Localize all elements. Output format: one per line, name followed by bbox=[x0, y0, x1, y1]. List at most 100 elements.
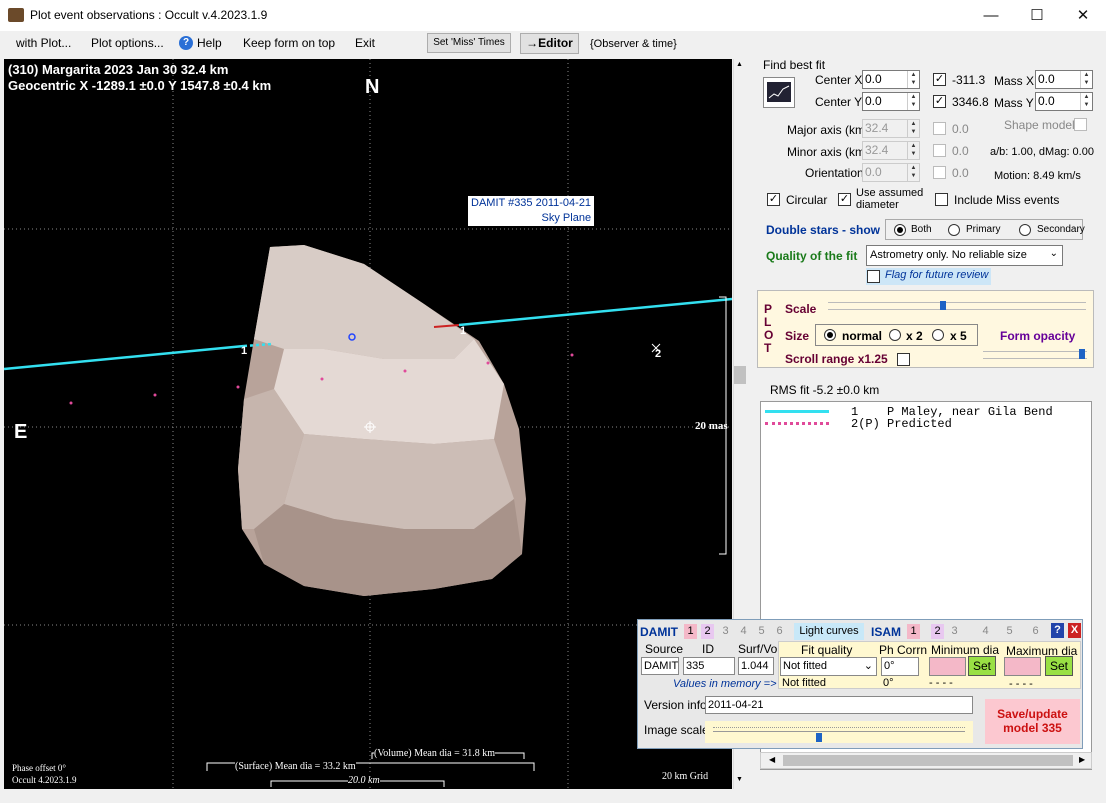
major-axis-input[interactable]: 32.4 ▲ ▼ bbox=[862, 119, 920, 138]
include-miss-checkbox[interactable] bbox=[935, 193, 948, 206]
scroll-up-icon[interactable]: ▲ bbox=[736, 61, 743, 68]
observer-line-swatch bbox=[765, 410, 829, 413]
menu-with-plot[interactable]: with Plot... bbox=[16, 36, 71, 50]
both-radio[interactable] bbox=[894, 224, 906, 236]
use-assumed-checkbox[interactable]: ✓ bbox=[838, 193, 851, 206]
size-x2-radio[interactable] bbox=[889, 329, 901, 341]
chord-label-2: 2 bbox=[655, 348, 662, 360]
plot-options-box: PLOT Scale Size normal x 2 x 5 Form opac… bbox=[757, 290, 1094, 368]
scroll-right-icon[interactable]: ▶ bbox=[1079, 755, 1085, 764]
orientation-input[interactable]: 0.0 ▲ ▼ bbox=[862, 163, 920, 182]
minimize-button[interactable]: — bbox=[968, 0, 1014, 31]
use-assumed-label: Use assumed diameter bbox=[856, 187, 924, 211]
ph-corr-field[interactable]: 0° bbox=[881, 657, 919, 676]
isam-model-4[interactable]: 4 bbox=[979, 624, 992, 639]
quality-select[interactable]: Astrometry only. No reliable size ⌄ bbox=[866, 245, 1063, 266]
surf-vol-field[interactable]: 1.044 bbox=[738, 657, 774, 675]
shape-model-checkbox[interactable] bbox=[1074, 118, 1087, 131]
menu-help[interactable]: Help bbox=[197, 36, 222, 50]
mass-x-input[interactable]: 0.0 ▲ ▼ bbox=[1035, 70, 1093, 89]
size-normal-radio[interactable] bbox=[824, 329, 836, 341]
plot-canvas[interactable]: (310) Margarita 2023 Jan 30 32.4 km Geoc… bbox=[4, 59, 732, 789]
secondary-label: Secondary bbox=[1037, 224, 1085, 235]
damit-model-1[interactable]: 1 bbox=[684, 624, 697, 639]
scale-slider-thumb[interactable] bbox=[940, 301, 946, 310]
center-y-input[interactable]: 0.0 ▲ ▼ bbox=[862, 92, 920, 111]
flag-review-checkbox[interactable] bbox=[867, 270, 880, 283]
scroll-thumb[interactable] bbox=[734, 366, 746, 384]
primary-radio[interactable] bbox=[948, 224, 960, 236]
damit-model-4[interactable]: 4 bbox=[737, 624, 750, 639]
menu-plot-options[interactable]: Plot options... bbox=[91, 36, 164, 50]
isam-model-3[interactable]: 3 bbox=[948, 624, 961, 639]
hscroll-thumb[interactable] bbox=[783, 755, 1073, 766]
double-stars-group: Both Primary Secondary bbox=[885, 219, 1085, 240]
observer-time-label[interactable]: {Observer & time} bbox=[590, 38, 677, 50]
spinner-arrows-icon: ▲ ▼ bbox=[1080, 93, 1092, 110]
editor-button[interactable]: →Editor bbox=[520, 33, 579, 54]
memory-max-dia: - - - - bbox=[1009, 678, 1033, 690]
plot-graphics bbox=[4, 59, 732, 789]
save-update-model-button[interactable]: Save/update model 335 bbox=[985, 699, 1080, 744]
version-info-field[interactable]: 2011-04-21 bbox=[705, 696, 973, 714]
minor-axis-input[interactable]: 32.4 ▲ ▼ bbox=[862, 141, 920, 160]
isam-model-5[interactable]: 5 bbox=[1003, 624, 1016, 639]
set-max-button[interactable]: Set bbox=[1045, 656, 1073, 676]
close-button[interactable]: ✕ bbox=[1060, 0, 1106, 31]
isam-label: ISAM bbox=[871, 625, 901, 639]
source-field[interactable]: DAMIT bbox=[641, 657, 679, 675]
observer-list-hscrollbar[interactable]: ◀ ▶ bbox=[760, 752, 1092, 769]
menu-keep-on-top[interactable]: Keep form on top bbox=[243, 36, 335, 50]
scroll-down-icon[interactable]: ▼ bbox=[736, 776, 743, 783]
damit-model-2[interactable]: 2 bbox=[701, 624, 714, 639]
image-scale-slider[interactable] bbox=[705, 721, 973, 743]
scale-slider[interactable] bbox=[828, 301, 1086, 310]
major-checkbox[interactable] bbox=[933, 122, 946, 135]
damit-model-6[interactable]: 6 bbox=[773, 624, 786, 639]
min-dia-field[interactable] bbox=[929, 657, 966, 676]
size-x5-radio[interactable] bbox=[932, 329, 944, 341]
fit-quality-select[interactable]: Not fitted ⌄ bbox=[780, 657, 877, 676]
scroll-range-checkbox[interactable] bbox=[897, 353, 910, 366]
chord-label-1b: 1 bbox=[460, 325, 467, 337]
image-scale-thumb[interactable] bbox=[816, 733, 822, 742]
secondary-radio[interactable] bbox=[1019, 224, 1031, 236]
id-field[interactable]: 335 bbox=[683, 657, 735, 675]
chevron-down-icon: ⌄ bbox=[863, 660, 873, 672]
set-miss-times-button[interactable]: Set 'Miss' Times bbox=[427, 33, 511, 53]
isam-model-6[interactable]: 6 bbox=[1029, 624, 1042, 639]
isam-model-2[interactable]: 2 bbox=[931, 624, 944, 639]
damit-model-3[interactable]: 3 bbox=[719, 624, 732, 639]
opacity-slider-thumb[interactable] bbox=[1079, 349, 1085, 359]
size-group: normal x 2 x 5 bbox=[815, 324, 978, 346]
north-label: N bbox=[365, 76, 380, 98]
help-icon[interactable]: ? bbox=[1051, 623, 1064, 638]
center-x-checkbox[interactable]: ✓ bbox=[933, 73, 946, 86]
mass-y-input[interactable]: 0.0 ▲ ▼ bbox=[1035, 92, 1093, 111]
major-axis-label: Major axis (km) bbox=[787, 123, 870, 137]
max-dia-field[interactable] bbox=[1004, 657, 1041, 676]
close-icon[interactable]: X bbox=[1068, 623, 1081, 638]
circular-checkbox[interactable]: ✓ bbox=[767, 193, 780, 206]
opacity-slider[interactable] bbox=[983, 349, 1087, 359]
damit-model-5[interactable]: 5 bbox=[755, 624, 768, 639]
asteroid-shape-model bbox=[238, 245, 526, 596]
menu-exit[interactable]: Exit bbox=[355, 36, 375, 50]
center-y-checkbox[interactable]: ✓ bbox=[933, 95, 946, 108]
center-x-input[interactable]: 0.0 ▲ ▼ bbox=[862, 70, 920, 89]
scroll-left-icon[interactable]: ◀ bbox=[769, 755, 775, 764]
light-curves-button[interactable]: Light curves bbox=[794, 623, 864, 640]
isam-model-1[interactable]: 1 bbox=[907, 624, 920, 639]
damit-label: DAMIT bbox=[640, 625, 678, 639]
find-best-fit-button[interactable] bbox=[763, 77, 795, 108]
size-normal-label: normal bbox=[842, 329, 883, 343]
both-label: Both bbox=[911, 224, 932, 235]
legend-row[interactable]: 2(P) Predicted bbox=[851, 417, 952, 431]
set-min-button[interactable]: Set bbox=[968, 656, 996, 676]
minor-checkbox[interactable] bbox=[933, 144, 946, 157]
orientation-checkbox[interactable] bbox=[933, 166, 946, 179]
find-best-fit-label: Find best fit bbox=[763, 58, 826, 72]
maximize-button[interactable]: ☐ bbox=[1014, 0, 1060, 31]
damit-model-label: DAMIT #335 2011-04-21 Sky Plane bbox=[468, 196, 595, 226]
help-icon[interactable]: ? bbox=[179, 36, 193, 50]
